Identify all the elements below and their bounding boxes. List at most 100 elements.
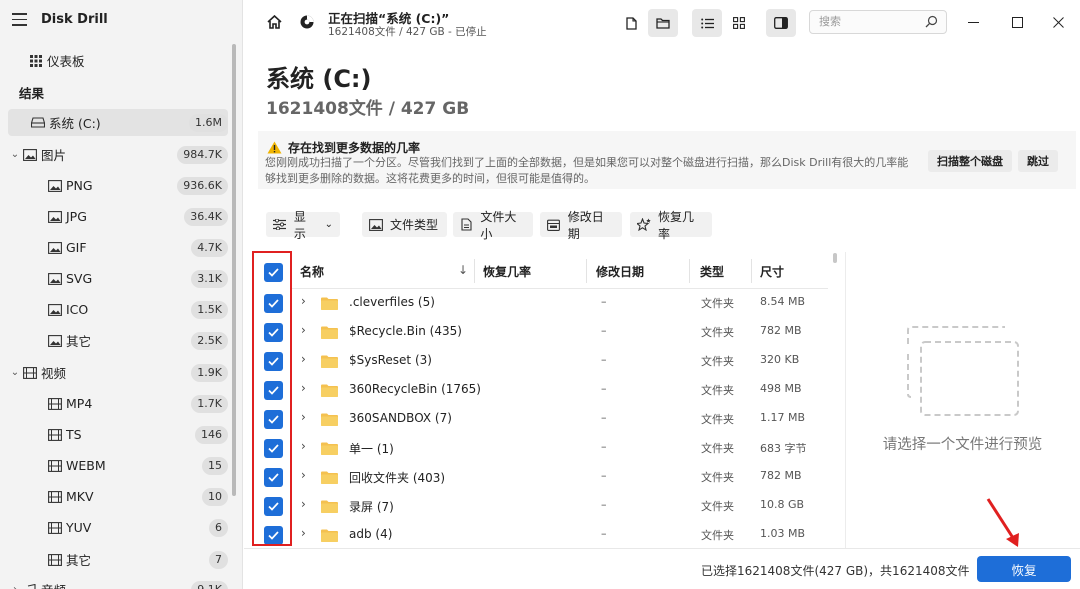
selection-status: 已选择1621408文件(427 GB)，共1621408文件	[701, 564, 970, 578]
file-size: 1.17 MB	[760, 411, 806, 424]
sidebar-item-yuv[interactable]: YUV 6	[47, 514, 228, 541]
sidebar-item-label: 音频	[41, 580, 191, 589]
film-icon	[47, 397, 62, 410]
table-row[interactable]: › $Recycle.Bin (435) – – 文件夹 782 MB	[244, 318, 844, 347]
chevron-right-icon[interactable]: ›	[8, 584, 22, 589]
table-row[interactable]: › 360RecycleBin (1765) – – 文件夹 498 MB	[244, 376, 844, 405]
row-checkbox[interactable]	[264, 352, 283, 371]
image-icon	[47, 179, 62, 192]
count-badge: 1.9K	[191, 363, 228, 382]
home-icon[interactable]	[264, 12, 284, 32]
sidebar-item-gif[interactable]: GIF 4.7K	[47, 234, 228, 261]
folder-view-button[interactable]	[648, 9, 678, 37]
show-filter-dropdown[interactable]: 显示 ⌄	[266, 210, 340, 241]
folder-icon	[321, 326, 338, 339]
row-checkbox[interactable]	[264, 410, 283, 429]
scan-entire-disk-button[interactable]: 扫描整个磁盘	[928, 150, 1012, 172]
image-icon	[47, 210, 62, 223]
row-checkbox[interactable]	[264, 497, 283, 516]
sidebar-item-jpg[interactable]: JPG 36.4K	[47, 203, 228, 230]
file-type-filter[interactable]: 文件类型	[362, 212, 447, 237]
table-row[interactable]: › 回收文件夹 (403) – – 文件夹 782 MB	[244, 463, 844, 492]
table-row[interactable]: › .cleverfiles (5) – – 文件夹 8.54 MB	[244, 289, 844, 318]
count-badge: 9.1K	[191, 580, 228, 589]
chevron-down-icon[interactable]: ⌄	[8, 149, 22, 160]
table-row[interactable]: › 录屏 (7) – – 文件夹 10.8 GB	[244, 492, 844, 521]
chevron-right-icon[interactable]: ›	[301, 323, 306, 337]
sidebar-item-png[interactable]: PNG 936.6K	[47, 172, 228, 199]
preview-panel-toggle[interactable]	[766, 9, 796, 37]
search-input[interactable]: 搜索	[809, 10, 947, 34]
sidebar-scrollbar[interactable]	[232, 44, 236, 496]
column-header-modified[interactable]: 修改日期	[596, 263, 644, 280]
sidebar-item-label: 其它	[66, 553, 92, 568]
file-size: 498 MB	[760, 382, 802, 395]
modified-date-filter[interactable]: 修改日期	[540, 210, 622, 241]
row-checkbox[interactable]	[264, 294, 283, 313]
chevron-right-icon[interactable]: ›	[301, 497, 306, 511]
sidebar-item-images[interactable]: ⌄ 图片 984.7K	[8, 141, 228, 168]
sidebar-item-ts[interactable]: TS 146	[47, 421, 228, 448]
folder-icon	[321, 355, 338, 368]
maximize-button[interactable]	[1002, 10, 1032, 34]
chevron-down-icon[interactable]: ⌄	[8, 367, 22, 378]
chevron-right-icon[interactable]: ›	[301, 526, 306, 540]
maximize-icon	[1011, 16, 1023, 28]
film-icon	[47, 490, 62, 503]
sidebar-item-mkv[interactable]: MKV 10	[47, 483, 228, 510]
grid-icon	[28, 54, 43, 67]
image-icon	[22, 148, 37, 161]
column-header-name[interactable]: 名称	[300, 263, 324, 280]
row-checkbox[interactable]	[264, 439, 283, 458]
table-row[interactable]: › $SysReset (3) – – 文件夹 320 KB	[244, 347, 844, 376]
row-checkbox[interactable]	[264, 526, 283, 545]
column-header-recovery[interactable]: 恢复几率	[483, 263, 531, 280]
table-scrollbar[interactable]	[833, 253, 837, 263]
recover-button[interactable]: 恢复	[977, 556, 1071, 582]
sidebar-item-svg[interactable]: SVG 3.1K	[47, 265, 228, 292]
file-size-filter[interactable]: 文件大小	[453, 210, 533, 241]
menu-icon[interactable]	[12, 13, 27, 27]
grid-view-button[interactable]	[724, 9, 754, 37]
check-icon	[268, 268, 279, 277]
count-badge: 1.7K	[191, 394, 228, 413]
row-checkbox[interactable]	[264, 381, 283, 400]
list-view-button[interactable]	[692, 9, 722, 37]
chevron-right-icon[interactable]: ›	[301, 352, 306, 366]
chevron-right-icon[interactable]: ›	[301, 381, 306, 395]
skip-button[interactable]: 跳过	[1018, 150, 1058, 172]
recovery-chance-filter[interactable]: 恢复几率	[630, 210, 712, 241]
table-row[interactable]: › 360SANDBOX (7) – – 文件夹 1.17 MB	[244, 405, 844, 434]
chevron-right-icon[interactable]: ›	[301, 439, 306, 453]
column-header-size[interactable]: 尺寸	[760, 263, 784, 280]
file-type: 文件夹	[701, 384, 734, 397]
sidebar-item-drive-c[interactable]: 系统 (C:) 1.6M	[8, 109, 228, 136]
chevron-right-icon[interactable]: ›	[301, 410, 306, 424]
sidebar-item-ico[interactable]: ICO 1.5K	[47, 296, 228, 323]
sidebar-item-audio[interactable]: › 音频 9.1K	[8, 576, 228, 589]
column-header-type[interactable]: 类型	[700, 263, 724, 280]
select-all-checkbox[interactable]	[264, 263, 283, 282]
chevron-right-icon[interactable]: ›	[301, 468, 306, 482]
count-badge: 146	[195, 425, 228, 444]
annotation-arrow-icon	[986, 498, 1019, 547]
sidebar-item-video[interactable]: ⌄ 视频 1.9K	[8, 359, 228, 386]
sidebar-item-video-other[interactable]: 其它 7	[47, 546, 228, 573]
file-view-button[interactable]	[616, 9, 646, 37]
file-type: 文件夹	[701, 500, 734, 513]
sidebar-item-webm[interactable]: WEBM 15	[47, 452, 228, 479]
row-checkbox[interactable]	[264, 323, 283, 342]
file-size: 10.8 GB	[760, 498, 805, 511]
close-button[interactable]	[1043, 10, 1073, 34]
sidebar-item-dashboard[interactable]: 仪表板	[28, 47, 228, 74]
table-row[interactable]: › adb (4) – – 文件夹 1.03 MB	[244, 521, 844, 548]
table-row[interactable]: › 单一 (1) – – 文件夹 683 字节	[244, 434, 844, 463]
chevron-right-icon[interactable]: ›	[301, 294, 306, 308]
row-checkbox[interactable]	[264, 468, 283, 487]
sidebar-item-label: 仪表板	[47, 54, 85, 69]
modified-date-label: 修改日期	[567, 209, 604, 241]
sidebar-item-image-other[interactable]: 其它 2.5K	[47, 327, 228, 354]
minimize-button[interactable]	[958, 10, 988, 34]
sort-arrow-icon[interactable]: ↓	[458, 263, 468, 277]
sidebar-item-mp4[interactable]: MP4 1.7K	[47, 390, 228, 417]
